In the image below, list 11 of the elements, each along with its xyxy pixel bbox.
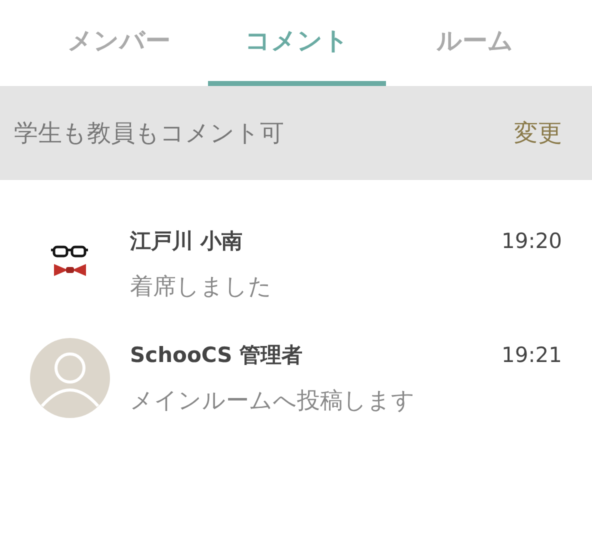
timestamp: 19:20	[501, 228, 562, 252]
avatar-icon	[30, 338, 110, 418]
comment-text: メインルームへ投稿します	[130, 386, 416, 416]
tab[interactable]: ルーム	[386, 0, 564, 86]
tab[interactable]: メンバー	[30, 0, 208, 86]
author-name: SchooCS 管理者	[130, 342, 303, 368]
setting-text: 学生も教員もコメント可	[14, 118, 284, 149]
author-name: 江戸川 小南	[130, 228, 242, 254]
comment-text: 着席しました	[130, 272, 273, 302]
change-link[interactable]: 変更	[514, 117, 562, 149]
timestamp: 19:21	[501, 342, 562, 366]
